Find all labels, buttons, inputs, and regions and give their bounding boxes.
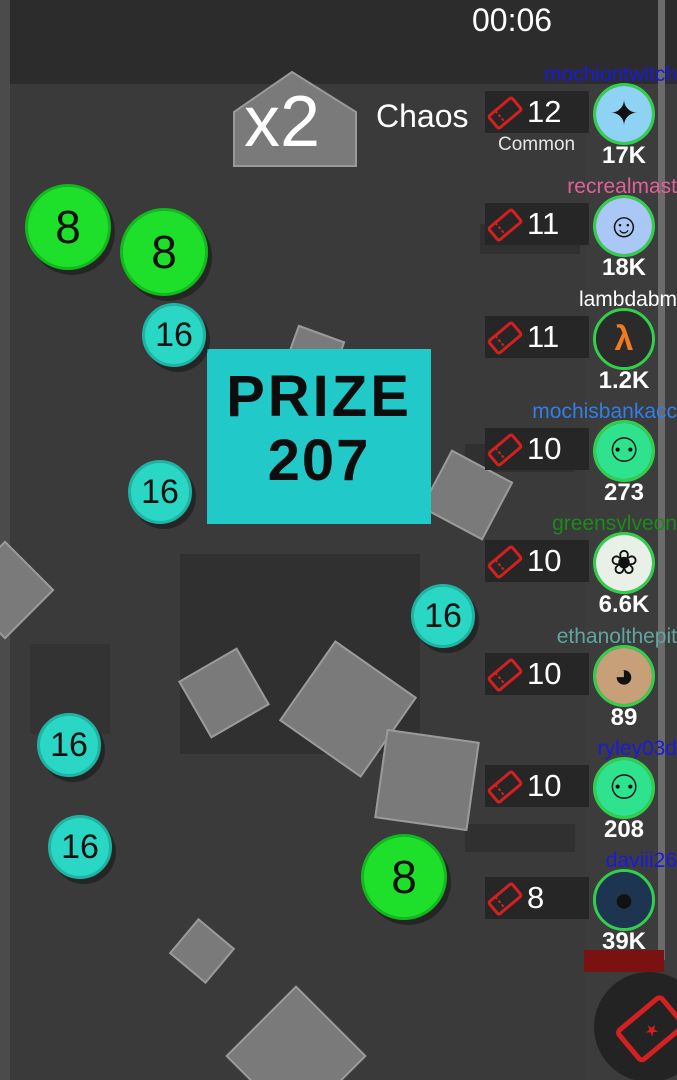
ticket-count: 11 bbox=[527, 206, 560, 241]
ticket-count: 10 bbox=[527, 768, 562, 803]
svg-text:★: ★ bbox=[640, 1018, 663, 1042]
player-name: ryley03d bbox=[597, 737, 677, 760]
bomb-avatar: ● bbox=[593, 869, 655, 931]
ticket-count-box: 10 bbox=[485, 765, 589, 807]
ticket-count-box: 10 bbox=[485, 540, 589, 582]
ball-16: 16 bbox=[411, 584, 475, 648]
dog-avatar: ◕ bbox=[593, 645, 655, 707]
lambda-avatar: λ bbox=[593, 308, 655, 370]
ticket-count: 10 bbox=[527, 656, 562, 691]
ticket-icon bbox=[487, 658, 523, 692]
cat-avatar: ☺ bbox=[593, 195, 655, 257]
ticket-count-box: 10 bbox=[485, 428, 589, 470]
ticket-icon bbox=[487, 882, 523, 916]
ticket-count-box: 12 bbox=[485, 91, 589, 133]
ball-16: 16 bbox=[37, 713, 101, 777]
ticket-icon bbox=[487, 321, 523, 355]
ticket-count: 11 bbox=[527, 319, 560, 354]
ticket-tray bbox=[584, 950, 664, 972]
ticket-icon bbox=[487, 433, 523, 467]
ticket-count: 8 bbox=[527, 880, 545, 915]
ticket-count: 10 bbox=[527, 431, 562, 466]
ball-8: 8 bbox=[361, 834, 447, 920]
ball-8: 8 bbox=[120, 208, 208, 296]
player-score: 6.6K bbox=[598, 591, 650, 618]
player-name: recrealmast bbox=[567, 175, 677, 198]
sylveon-avatar: ❀ bbox=[593, 532, 655, 594]
ticket-count: 12 bbox=[527, 94, 562, 129]
reactor-avatar: ✦ bbox=[593, 83, 655, 145]
game-stage: x2 00:06 Chaos Common PRIZE 207 8 8 16 1… bbox=[0, 0, 677, 1080]
prize-label: PRIZE bbox=[226, 364, 412, 429]
player-score: 89 bbox=[610, 704, 638, 731]
mode-label: Chaos bbox=[376, 98, 469, 134]
ticket-count-box: 11 bbox=[485, 316, 589, 358]
ticket-icon bbox=[487, 96, 523, 130]
player-name: lambdabm bbox=[578, 288, 677, 311]
ticket-icon bbox=[487, 545, 523, 579]
obstacle-cube bbox=[374, 728, 480, 832]
player-name: mochiontwitch bbox=[543, 63, 677, 86]
ball-16: 16 bbox=[48, 815, 112, 879]
round-timer: 00:06 bbox=[472, 2, 553, 38]
ticket-icon: ★ bbox=[616, 995, 677, 1063]
multiplier-label: x2 bbox=[244, 82, 321, 162]
default-user-avatar: ⚇ bbox=[593, 757, 655, 819]
player-score: 1.2K bbox=[598, 367, 650, 394]
prize-box: PRIZE 207 bbox=[207, 349, 431, 524]
player-score: 17K bbox=[601, 142, 647, 169]
ticket-icon bbox=[487, 770, 523, 804]
default-user-avatar: ⚇ bbox=[593, 420, 655, 482]
player-name: daviii26 bbox=[605, 849, 677, 872]
ticket-icon bbox=[487, 208, 523, 242]
ticket-button[interactable]: ★ bbox=[594, 972, 677, 1080]
ticket-count-box: 8 bbox=[485, 877, 589, 919]
ticket-count: 10 bbox=[527, 543, 562, 578]
ticket-count-box: 10 bbox=[485, 653, 589, 695]
player-name: ethanolthepit bbox=[556, 625, 677, 648]
player-score: 273 bbox=[603, 479, 645, 506]
ball-8: 8 bbox=[25, 184, 111, 270]
player-name: greensylveon bbox=[552, 512, 677, 535]
ticket-count-box: 11 bbox=[485, 203, 589, 245]
player-score: 208 bbox=[603, 816, 645, 843]
ball-16: 16 bbox=[128, 460, 192, 524]
prize-value: 207 bbox=[267, 428, 371, 493]
player-score: 18K bbox=[601, 254, 647, 281]
player-name: mochisbankacc bbox=[532, 400, 677, 423]
ball-16: 16 bbox=[142, 303, 206, 367]
